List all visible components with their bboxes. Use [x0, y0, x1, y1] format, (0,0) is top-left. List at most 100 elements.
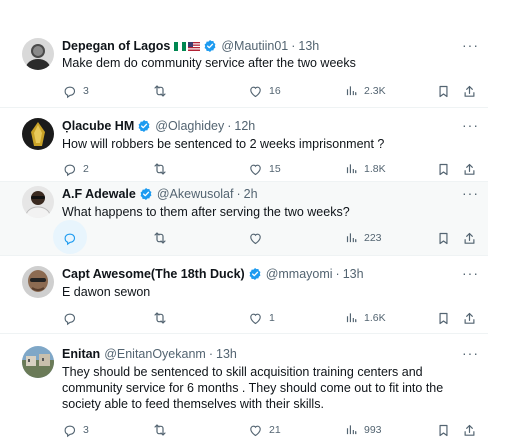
like-button[interactable]: 1 [248, 309, 275, 327]
handle[interactable]: @Akewusolaf [157, 186, 234, 202]
bookmark-button[interactable] [436, 160, 451, 178]
tweet-header: Capt Awesome(The 18th Duck) @mmayomi · 1… [62, 266, 364, 282]
views-icon [344, 423, 358, 437]
reply-tweet[interactable]: Capt Awesome(The 18th Duck) @mmayomi · 1… [0, 256, 488, 334]
reply-button[interactable]: 3 [62, 421, 89, 439]
tweet-header: Depegan of Lagos @Mautiin01 · 13h [62, 38, 319, 54]
avatar[interactable] [22, 186, 54, 218]
retweet-button[interactable] [152, 229, 174, 247]
timestamp[interactable]: 13h [216, 346, 237, 362]
tweet-actions: 2 15 1.8K [62, 160, 482, 178]
views-button[interactable]: 993 [344, 421, 382, 439]
more-icon[interactable]: ··· [462, 266, 478, 280]
reply-tweet[interactable]: Depegan of Lagos @Mautiin01 · 13h ··· Ma… [0, 28, 488, 108]
timestamp[interactable]: 13h [343, 266, 364, 282]
separator-dot: · [208, 347, 213, 361]
tweet-text: How will robbers be sentenced to 2 weeks… [62, 137, 385, 151]
share-button[interactable] [462, 229, 477, 247]
reply-button[interactable]: 2 [62, 160, 89, 178]
share-icon [462, 84, 477, 99]
more-icon[interactable]: ··· [462, 186, 478, 200]
share-icon [462, 311, 477, 326]
tweet-text-line: society able to feed themselves with the… [62, 397, 324, 411]
retweet-icon [152, 422, 168, 438]
handle[interactable]: @Olaghidey [155, 118, 224, 134]
tweet-actions: 3 16 2.3K [62, 82, 482, 100]
share-button[interactable] [462, 421, 477, 439]
like-button[interactable] [248, 229, 269, 247]
retweet-button[interactable] [152, 82, 174, 100]
tweet-text-line: They should be sentenced to skill acquis… [62, 365, 423, 379]
tweet-text: They should be sentenced to skill acquis… [62, 364, 462, 412]
timestamp[interactable]: 12h [234, 118, 255, 134]
handle[interactable]: @mmayomi [266, 266, 333, 282]
display-name[interactable]: Ọlacube HM [62, 118, 134, 134]
bookmark-icon [436, 231, 451, 246]
retweet-button[interactable] [152, 160, 174, 178]
views-button[interactable]: 1.6K [344, 309, 386, 327]
views-button[interactable]: 223 [344, 229, 382, 247]
verified-icon [139, 187, 153, 201]
reply-button[interactable] [62, 309, 83, 327]
share-button[interactable] [462, 82, 477, 100]
views-icon [344, 231, 358, 245]
separator-dot: · [335, 267, 340, 281]
timestamp[interactable]: 13h [298, 38, 319, 54]
share-icon [462, 231, 477, 246]
us-flag-icon [188, 41, 201, 51]
tweet-text-line: community service for 6 months . They sh… [62, 381, 444, 395]
views-button[interactable]: 2.3K [344, 82, 386, 100]
display-name[interactable]: Depegan of Lagos [62, 38, 170, 54]
more-icon[interactable]: ··· [462, 38, 478, 52]
bookmark-button[interactable] [436, 229, 451, 247]
display-name[interactable]: A.F Adewale [62, 186, 136, 202]
handle[interactable]: @EnitanOyekanm [104, 346, 206, 362]
bookmark-button[interactable] [436, 82, 451, 100]
verified-icon [203, 39, 217, 53]
like-button[interactable]: 16 [248, 82, 281, 100]
bookmark-icon [436, 423, 451, 438]
display-name[interactable]: Enitan [62, 346, 100, 362]
reply-icon [62, 423, 77, 438]
share-icon [462, 423, 477, 438]
verified-icon [137, 119, 151, 133]
reply-tweet[interactable]: A.F Adewale @Akewusolaf · 2h ··· What ha… [0, 182, 488, 256]
views-count: 2.3K [364, 85, 386, 97]
like-count: 21 [269, 424, 281, 436]
handle[interactable]: @Mautiin01 [221, 38, 288, 54]
like-count: 1 [269, 312, 275, 324]
display-name[interactable]: Capt Awesome(The 18th Duck) [62, 266, 245, 282]
reply-button[interactable] [53, 220, 87, 254]
bookmark-button[interactable] [436, 421, 451, 439]
views-button[interactable]: 1.8K [344, 160, 386, 178]
verified-icon [248, 267, 262, 281]
like-icon [248, 162, 263, 177]
bookmark-icon [436, 84, 451, 99]
share-icon [462, 162, 477, 177]
more-icon[interactable]: ··· [462, 118, 478, 132]
share-button[interactable] [462, 160, 477, 178]
reply-button[interactable]: 3 [62, 82, 89, 100]
avatar[interactable] [22, 346, 54, 378]
separator-dot: · [227, 119, 232, 133]
bookmark-icon [436, 311, 451, 326]
share-button[interactable] [462, 309, 477, 327]
like-button[interactable]: 15 [248, 160, 281, 178]
retweet-icon [152, 230, 168, 246]
avatar[interactable] [22, 38, 54, 70]
bookmark-button[interactable] [436, 309, 451, 327]
reply-tweet[interactable]: Ọlacube HM @Olaghidey · 12h ··· How will… [0, 108, 488, 182]
like-button[interactable]: 21 [248, 421, 281, 439]
tweet-text: Make dem do community service after the … [62, 56, 356, 70]
retweet-button[interactable] [152, 421, 174, 439]
views-count: 1.8K [364, 163, 386, 175]
tweet-actions: 3 21 993 [62, 421, 482, 439]
avatar[interactable] [22, 266, 54, 298]
retweet-button[interactable] [152, 309, 174, 327]
more-icon[interactable]: ··· [462, 346, 478, 360]
avatar[interactable] [22, 118, 54, 150]
reply-tweet[interactable]: Enitan @EnitanOyekanm · 13h ··· They sho… [0, 334, 488, 441]
reply-icon [62, 84, 77, 99]
reply-count: 3 [83, 424, 89, 436]
timestamp[interactable]: 2h [244, 186, 258, 202]
